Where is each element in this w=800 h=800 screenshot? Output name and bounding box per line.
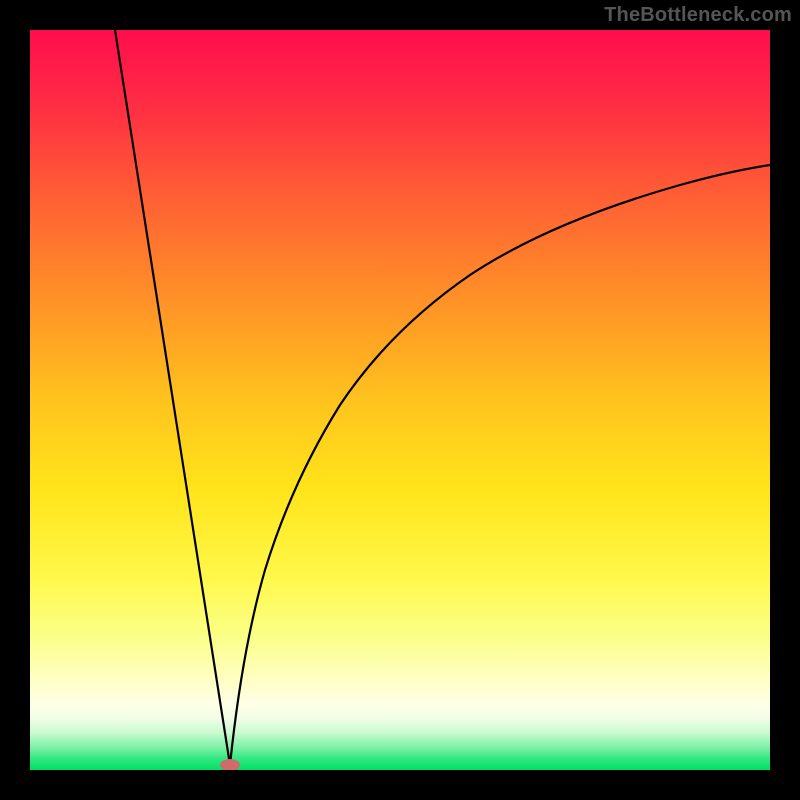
curve-left-branch bbox=[115, 30, 230, 765]
chart-frame: TheBottleneck.com bbox=[0, 0, 800, 800]
watermark-text: TheBottleneck.com bbox=[604, 4, 792, 27]
curve-right-branch bbox=[230, 165, 770, 765]
curve-layer bbox=[30, 30, 770, 770]
min-marker bbox=[220, 759, 240, 770]
plot-area bbox=[30, 30, 770, 770]
